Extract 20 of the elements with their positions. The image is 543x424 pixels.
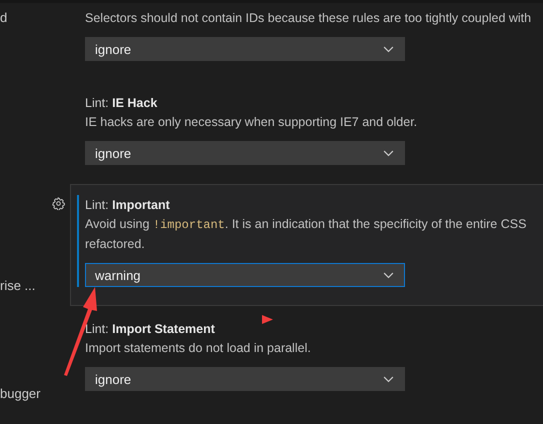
chevron-icon — [383, 376, 394, 382]
setting-title: Lint: Important — [85, 197, 170, 214]
dropdown[interactable]: ignore — [85, 37, 405, 61]
sidebar-item[interactable]: rise ... — [0, 277, 36, 295]
dropdown[interactable]: ignore — [85, 367, 405, 391]
sidebar-item[interactable]: d — [0, 9, 8, 27]
setting-description: IE hacks are only necessary when supporting IE7 and older. — [85, 114, 418, 131]
triangle-marker — [262, 315, 273, 324]
setting-title: Lint: IE Hack — [85, 95, 158, 112]
chevron-icon — [383, 150, 394, 156]
dropdown[interactable]: warning — [85, 263, 405, 287]
setting-title: Lint: Import Statement — [85, 321, 215, 338]
setting-description: Selectors should not contain IDs because these rules are too tightly coupled with — [85, 10, 532, 27]
sidebar-item[interactable]: bugger — [0, 385, 40, 403]
gear-icon[interactable] — [52, 197, 65, 210]
dropdown[interactable]: ignore — [85, 141, 405, 165]
setting-description: Import statements do not load in parallel. — [85, 340, 312, 357]
setting-description: Avoid using !important. It is an indication that the specificity of the entire CSS refactored. — [85, 216, 528, 253]
chevron-icon — [383, 46, 394, 52]
chevron-icon — [383, 272, 394, 278]
